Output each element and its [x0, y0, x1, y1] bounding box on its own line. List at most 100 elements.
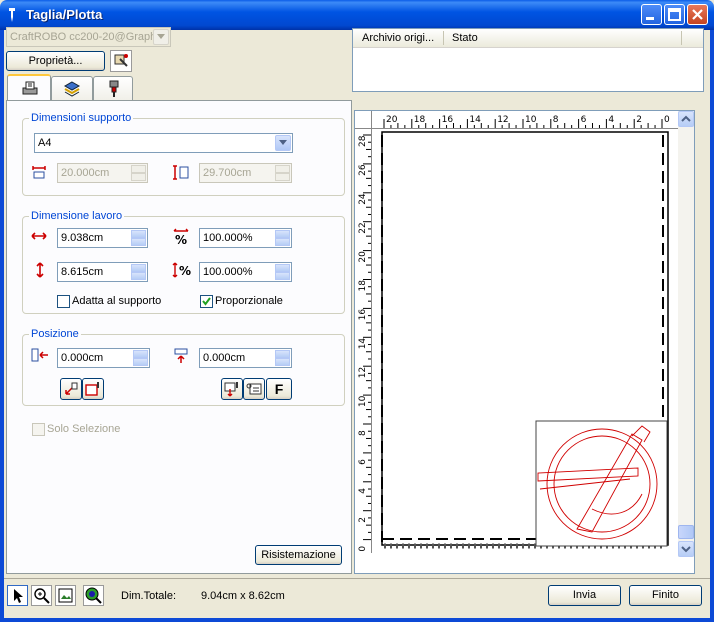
register-marks-icon: [246, 383, 262, 395]
jobs-list-header: Archivio origi... Stato: [353, 29, 703, 48]
ruler-v-label: 6: [358, 459, 368, 465]
scale-y-field[interactable]: 100.000%: [199, 262, 292, 282]
svg-text:%: %: [179, 264, 191, 278]
media-size-group-title: Dimensioni supporto: [29, 112, 134, 124]
position-y-stepper[interactable]: [275, 350, 290, 366]
svg-text:%: %: [175, 233, 187, 246]
scroll-thumb[interactable]: [678, 525, 694, 539]
total-size-value: 9.04cm x 8.62cm: [201, 590, 285, 602]
work-height-stepper[interactable]: [131, 264, 146, 280]
ruler-v-label: 28: [358, 135, 368, 147]
origin-corner-button[interactable]: [82, 378, 104, 400]
position-x-icon: [31, 348, 49, 362]
column-status[interactable]: Stato: [452, 32, 478, 44]
media-width-stepper[interactable]: [131, 165, 146, 181]
chevron-down-icon: [153, 29, 169, 45]
ruler-h-label: 6: [581, 115, 587, 125]
ruler-v-label: 10: [358, 395, 368, 407]
work-height-field[interactable]: 8.615cm: [57, 262, 148, 282]
scroll-up-button[interactable]: [678, 111, 694, 127]
media-height-field[interactable]: 29.700cm: [199, 163, 292, 183]
media-height-icon: [172, 165, 190, 180]
layers-icon: [63, 81, 81, 97]
media-settings-tab[interactable]: [7, 74, 51, 101]
media-preview: [381, 131, 669, 549]
layers-tab[interactable]: [51, 76, 93, 101]
send-button[interactable]: Invia: [548, 585, 621, 606]
select-tool-button[interactable]: [7, 585, 28, 606]
selection-only-label[interactable]: Solo Selezione: [47, 423, 120, 435]
zoom-fit-button[interactable]: [83, 585, 104, 606]
ruler-v-label: 18: [358, 280, 368, 292]
properties-button[interactable]: Proprietà...: [6, 51, 105, 71]
work-width-stepper[interactable]: [131, 230, 146, 246]
minimize-button[interactable]: [641, 4, 662, 25]
preview-canvas[interactable]: [372, 129, 678, 553]
proportional-checkbox[interactable]: [200, 295, 213, 308]
scale-x-field[interactable]: 100.000%: [199, 228, 292, 248]
proportional-label[interactable]: Proporzionale: [215, 295, 283, 307]
work-height-icon: [35, 262, 45, 278]
tool-settings-tab[interactable]: [93, 76, 133, 101]
zoom-page-button[interactable]: [55, 585, 76, 606]
title-bar[interactable]: [0, 0, 714, 30]
jobs-list[interactable]: Archivio origi... Stato: [352, 28, 704, 92]
media-height-stepper[interactable]: [275, 165, 290, 181]
align-bottom-icon: [224, 382, 238, 397]
media-width-field[interactable]: 20.000cm: [57, 163, 148, 183]
align-bottom-button[interactable]: [221, 378, 243, 400]
scale-x-stepper[interactable]: [275, 230, 290, 246]
fit-media-checkbox[interactable]: [57, 295, 70, 308]
position-y-field[interactable]: 0.000cm: [199, 348, 292, 368]
selection-only-checkbox[interactable]: [32, 423, 45, 436]
window-frame-left: [0, 30, 4, 622]
origin-reset-icon: [65, 382, 78, 395]
arrow-pointer-icon: [14, 589, 23, 603]
zoom-in-button[interactable]: [31, 585, 52, 606]
zoom-fit-icon: [85, 587, 102, 604]
chevron-up-icon: [681, 115, 691, 122]
ruler-corner: [355, 111, 372, 129]
finish-button[interactable]: Finito: [629, 585, 702, 606]
work-width-icon: [31, 231, 47, 241]
ruler-h-label: 20: [386, 115, 398, 125]
maximize-button[interactable]: [664, 4, 685, 25]
ruler-v-label: 4: [358, 488, 368, 494]
ruler-h-label: 0: [664, 115, 670, 125]
horizontal-ruler: 20 18 16 14 12 10 8 6 4 2 0: [372, 111, 678, 129]
scroll-down-button[interactable]: [678, 541, 694, 557]
device-select[interactable]: CraftROBO cc200-20@Graph: [6, 27, 171, 47]
media-size-value: A4: [38, 137, 52, 149]
position-y-icon: [173, 348, 189, 364]
media-size-select[interactable]: A4: [34, 133, 293, 153]
column-source-file[interactable]: Archivio origi...: [362, 32, 434, 44]
vertical-ruler: 2826242220181614121086420: [355, 129, 372, 553]
close-button[interactable]: [687, 4, 708, 25]
position-x-field[interactable]: 0.000cm: [57, 348, 150, 368]
preview-scrollbar[interactable]: [678, 111, 694, 557]
position-group-title: Posizione: [29, 328, 81, 340]
scale-x-icon: %: [172, 228, 190, 247]
reset-button[interactable]: Risistemazione: [255, 545, 342, 565]
ruler-h-label: 4: [608, 115, 614, 125]
device-select-value: CraftROBO cc200-20@Graph: [10, 31, 157, 43]
position-x-stepper[interactable]: [133, 350, 148, 366]
origin-reset-button[interactable]: [60, 378, 82, 400]
ruler-v-label: 24: [358, 193, 368, 205]
fit-media-label[interactable]: Adatta al supporto: [72, 295, 161, 307]
window-title: Taglia/Plotta: [26, 7, 103, 22]
app-blade-icon: [6, 7, 22, 23]
media-width-icon: [31, 165, 47, 179]
checkmark-icon: [202, 297, 211, 306]
device-settings-button[interactable]: [110, 50, 132, 72]
work-size-group-title: Dimensione lavoro: [29, 210, 125, 222]
ruler-h-label: 14: [469, 115, 481, 125]
ruler-v-label: 26: [358, 164, 368, 176]
ruler-h-label: 8: [553, 115, 559, 125]
mirror-button[interactable]: F: [266, 378, 292, 400]
scale-y-stepper[interactable]: [275, 264, 290, 280]
work-width-field[interactable]: 9.038cm: [57, 228, 148, 248]
register-marks-button[interactable]: [243, 378, 265, 400]
ruler-v-label: 12: [358, 367, 368, 378]
media-size-group: [22, 118, 345, 196]
